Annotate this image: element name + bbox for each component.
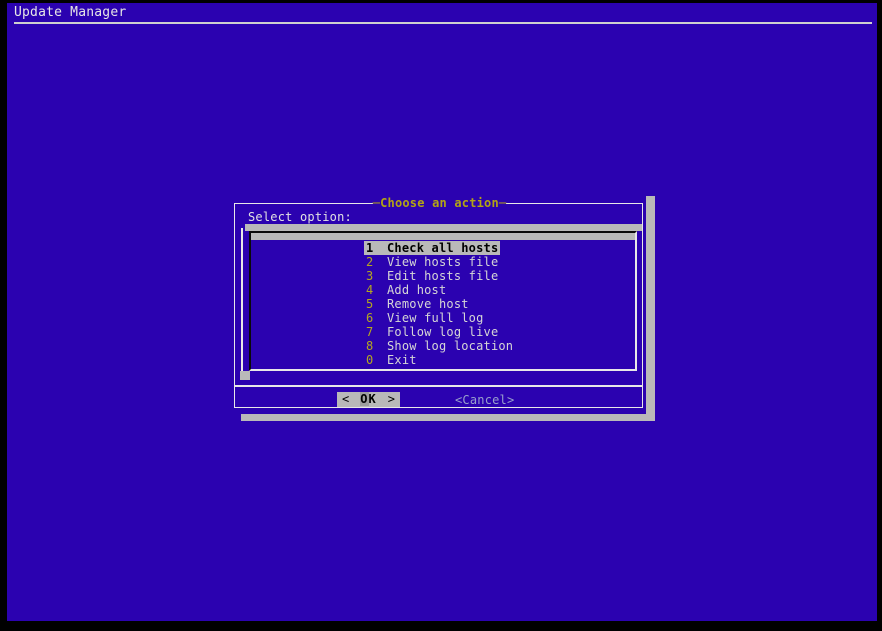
ok-bracket-left: <: [342, 392, 349, 407]
ok-button-label: OK: [360, 392, 376, 407]
menu-item-number: 2: [366, 255, 373, 269]
menu-item[interactable]: 4 Add host: [251, 283, 635, 297]
menu-item-label: Check all hosts: [387, 241, 498, 255]
menu-item-label: View full log: [387, 311, 484, 325]
menu-item-highlight: 3 Edit hosts file: [364, 269, 500, 283]
menu-item-number: 6: [366, 311, 373, 325]
backtitle: Update Manager: [14, 4, 126, 22]
menu-item-highlight: 4 Add host: [364, 283, 448, 297]
prompt-label: Select option:: [248, 210, 352, 224]
ok-bracket-right: >: [388, 392, 395, 407]
menu-item-number: 0: [366, 353, 373, 367]
dialog-title: ─Choose an action─: [233, 196, 646, 210]
menu-item[interactable]: 8 Show log location: [251, 339, 635, 353]
menu-item[interactable]: 6 View full log: [251, 311, 635, 325]
menu-item-number: 3: [366, 269, 373, 283]
choose-action-dialog: ─Choose an action─ Select option: 1 Check…: [233, 196, 646, 414]
backtitle-separator-line: [14, 22, 872, 24]
dialog-title-text: Choose an action: [380, 196, 499, 210]
title-dash-right: ─: [499, 196, 506, 210]
terminal-cursor: O: [360, 392, 368, 406]
menu-listbox[interactable]: 1 Check all hosts 2 View hosts file 3 Edit …: [249, 231, 637, 371]
menu-item[interactable]: 7 Follow log live: [251, 325, 635, 339]
menu-item-number: 1: [366, 241, 373, 255]
menu-item-number: 4: [366, 283, 373, 297]
menu-item[interactable]: 2 View hosts file: [251, 255, 635, 269]
cancel-button[interactable]: <Cancel>: [455, 393, 514, 407]
dialog-shadow-right: [646, 196, 655, 421]
dialog-shadow-bottom: [241, 413, 655, 421]
menu-item-label: Add host: [387, 283, 446, 297]
menu-item-label: Exit: [387, 353, 417, 367]
ok-button[interactable]: < OK >: [337, 392, 400, 407]
menu-item[interactable]: 0 Exit: [251, 353, 635, 367]
menu-item-highlight: 2 View hosts file: [364, 255, 500, 269]
listbox-top-highlight-bar: [245, 224, 642, 231]
menu-item-highlight: 7 Follow log live: [364, 325, 500, 339]
menu-item[interactable]: 5 Remove host: [251, 297, 635, 311]
menu-item-number: 5: [366, 297, 373, 311]
menu-rows: 1 Check all hosts 2 View hosts file 3 Edit …: [251, 241, 635, 367]
menu-item-number: 8: [366, 339, 373, 353]
terminal-screen: Update Manager ─Choose an action─ Select…: [7, 3, 877, 621]
menu-item-highlight: 1 Check all hosts: [364, 241, 500, 255]
listbox-corner-gray-block: [240, 371, 250, 380]
menu-item-label: View hosts file: [387, 255, 498, 269]
menu-item-highlight: 0 Exit: [364, 353, 419, 367]
menu-item-label: Show log location: [387, 339, 513, 353]
menu-item-label: Follow log live: [387, 325, 498, 339]
menu-item-label: Edit hosts file: [387, 269, 498, 283]
menu-item-label: Remove host: [387, 297, 469, 311]
menu-item-highlight: 5 Remove host: [364, 297, 471, 311]
menu-item[interactable]: 1 Check all hosts: [251, 241, 635, 255]
menu-item-highlight: 6 View full log: [364, 311, 486, 325]
menu-item-highlight: 8 Show log location: [364, 339, 515, 353]
button-separator-line: [234, 385, 643, 387]
title-dash-left: ─: [373, 196, 380, 210]
menu-item[interactable]: 3 Edit hosts file: [251, 269, 635, 283]
listbox-inner-highlight-bar: [251, 233, 635, 240]
menu-item-number: 7: [366, 325, 373, 339]
listbox-left-highlight-line: [241, 228, 243, 376]
